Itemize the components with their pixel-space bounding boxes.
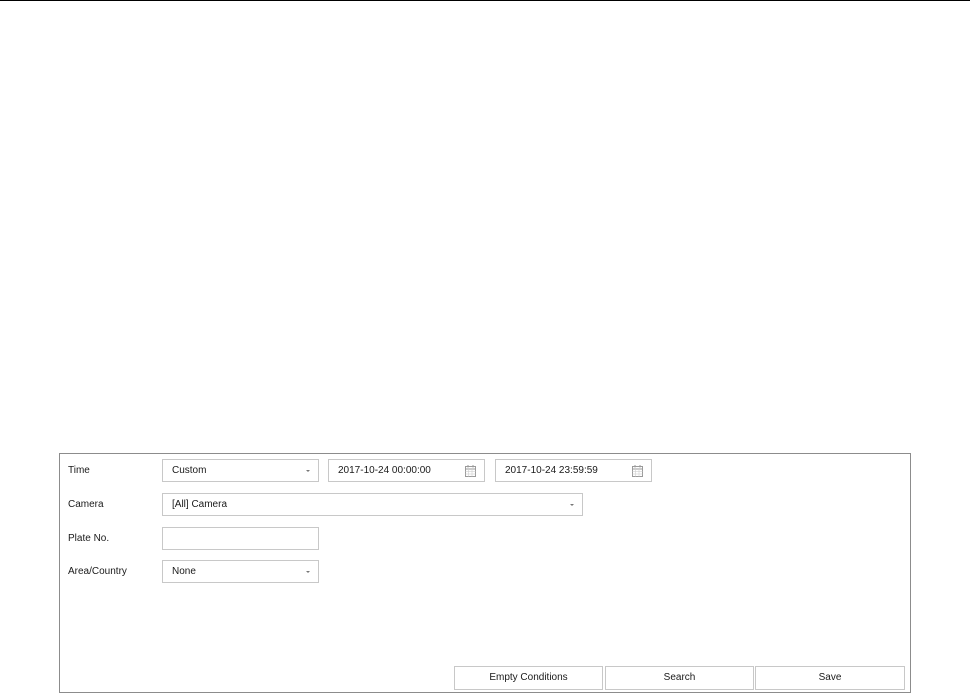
time-label: Time [68,465,90,476]
calendar-icon[interactable] [632,465,643,477]
end-time-value: 2017-10-24 23:59:59 [505,465,598,476]
plate-label: Plate No. [68,533,110,544]
save-button[interactable]: Save [755,666,905,690]
camera-label: Camera [68,499,104,510]
end-time-field[interactable]: 2017-10-24 23:59:59 [495,459,652,482]
area-country-label: Area/Country [68,566,127,577]
search-conditions-panel: Time Custom 2017-10-24 00:00:00 2017-10-… [59,453,911,693]
area-country-select[interactable]: None [162,560,319,583]
area-country-value: None [172,566,196,577]
top-divider [0,0,970,1]
empty-conditions-button[interactable]: Empty Conditions [454,666,603,690]
time-mode-value: Custom [172,465,207,476]
plate-number-input[interactable] [162,527,319,550]
chevron-down-icon [570,504,574,506]
chevron-down-icon [306,571,310,573]
time-mode-select[interactable]: Custom [162,459,319,482]
camera-value: [All] Camera [172,499,228,510]
calendar-icon[interactable] [465,465,476,477]
start-time-field[interactable]: 2017-10-24 00:00:00 [328,459,485,482]
camera-select[interactable]: [All] Camera [162,493,583,516]
chevron-down-icon [306,470,310,472]
start-time-value: 2017-10-24 00:00:00 [338,465,431,476]
search-button[interactable]: Search [605,666,754,690]
